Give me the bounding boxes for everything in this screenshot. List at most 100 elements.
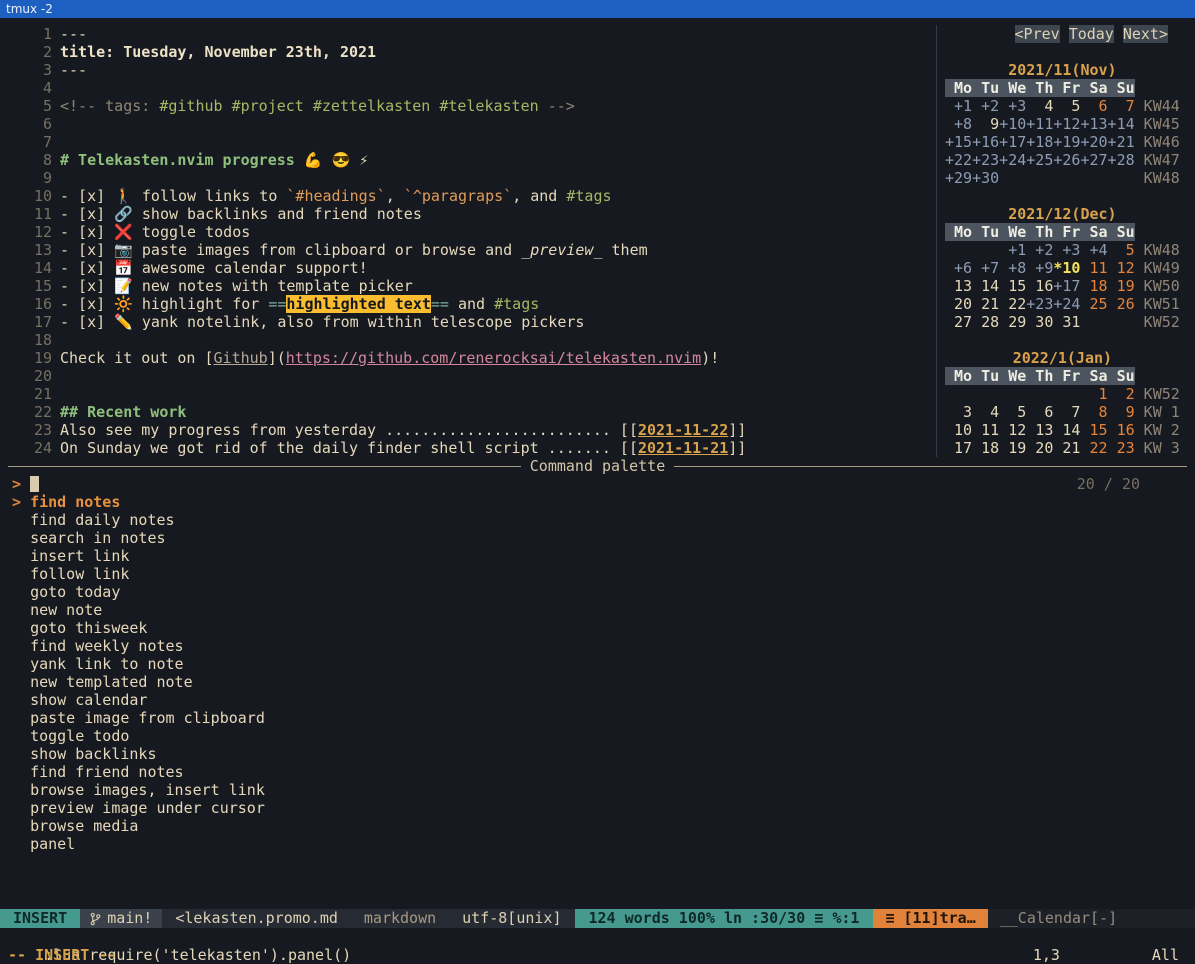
editor-line[interactable]: 4 [8, 79, 936, 97]
buffer-tabs[interactable]: ≡ [11]tra… [873, 909, 987, 928]
command-line[interactable]: :lua require('telekasten').panel() [0, 928, 1195, 946]
editor-line[interactable]: 6 [8, 115, 936, 133]
calendar-next-button[interactable]: Next> [1123, 25, 1168, 43]
palette-item[interactable]: find daily notes [0, 511, 1195, 529]
editor-line[interactable]: 20 [8, 367, 936, 385]
editor-line[interactable]: 18 [8, 331, 936, 349]
editor-line[interactable]: 8# Telekasten.nvim progress 💪 😎 ⚡ [8, 151, 936, 169]
editor-line[interactable]: 21 [8, 385, 936, 403]
calendar-day[interactable]: +10+11+12+13+14 [999, 115, 1134, 133]
editor-line[interactable]: 23Also see my progress from yesterday ..… [8, 421, 936, 439]
editor-line[interactable]: 19Check it out on [Github](https://githu… [8, 349, 936, 367]
calendar-week-row: 20 21 22+23+24 25 26 KW51 [945, 295, 1195, 313]
palette-item[interactable]: find friend notes [0, 763, 1195, 781]
palette-item[interactable]: follow link [0, 565, 1195, 583]
url-link[interactable]: https://github.com/renerocksai/telekaste… [286, 349, 701, 367]
calendar-day[interactable]: 25 26 [1080, 295, 1134, 313]
calendar-day[interactable]: +23+24 [1026, 295, 1080, 313]
calendar-day[interactable]: 10 11 12 13 14 [945, 421, 1080, 439]
palette-item[interactable]: new templated note [0, 673, 1195, 691]
calendar-prev-button[interactable]: <Prev [1015, 25, 1060, 43]
calendar-day[interactable]: 1 2 [1080, 385, 1134, 403]
palette-item[interactable]: yank link to note [0, 655, 1195, 673]
editor-line[interactable]: 13- [x] 📷 paste images from clipboard or… [8, 241, 936, 259]
calendar-day[interactable]: 27 28 29 30 31 [945, 313, 1135, 331]
week-number: KW47 [1135, 151, 1180, 169]
calendar-month-title: 2021/12(Dec) [945, 205, 1180, 223]
calendar-day[interactable]: 17 18 19 20 21 [945, 439, 1080, 457]
calendar-window[interactable]: <Prev Today Next> 2021/11(Nov) Mo Tu We … [936, 25, 1195, 457]
palette-item[interactable]: search in notes [0, 529, 1195, 547]
palette-item[interactable]: goto thisweek [0, 619, 1195, 637]
editor-line[interactable]: 10- [x] 🚶 follow links to `#headings`, `… [8, 187, 936, 205]
editor-line[interactable]: 17- [x] ✏️ yank notelink, also from with… [8, 313, 936, 331]
calendar-day[interactable]: +17 [1053, 277, 1080, 295]
palette-item[interactable]: show backlinks [0, 745, 1195, 763]
editor-line[interactable]: 24On Sunday we got rid of the daily find… [8, 439, 936, 457]
prompt-caret-icon: > [12, 475, 21, 493]
calendar-day[interactable]: 15 16 [1080, 421, 1134, 439]
palette-item[interactable]: find weekly notes [0, 637, 1195, 655]
palette-item[interactable]: paste image from clipboard [0, 709, 1195, 727]
palette-item[interactable]: new note [0, 601, 1195, 619]
palette-item[interactable]: goto today [0, 583, 1195, 601]
calendar-day[interactable]: 18 19 [1080, 277, 1134, 295]
editor-line[interactable]: 11- [x] 🔗 show backlinks and friend note… [8, 205, 936, 223]
palette-item[interactable]: > find notes [0, 493, 1195, 511]
calendar-day[interactable]: 4 5 [1026, 97, 1080, 115]
editor-line[interactable]: 3--- [8, 61, 936, 79]
link[interactable]: Github [214, 349, 268, 367]
palette-item[interactable]: toggle todo [0, 727, 1195, 745]
editor-line[interactable]: 7 [8, 133, 936, 151]
editor-line[interactable]: 16- [x] 🔆 highlight for ==highlighted te… [8, 295, 936, 313]
editor-line[interactable]: 9 [8, 169, 936, 187]
line-number: 15 [8, 277, 52, 295]
calendar-week-row: +8 9+10+11+12+13+14 KW45 [945, 115, 1195, 133]
editor-line[interactable]: 5<!-- tags: #github #project #zettelkast… [8, 97, 936, 115]
calendar-day[interactable]: +22+23+24+25+26+27+28 [945, 151, 1135, 169]
calendar-day[interactable]: 22 23 [1080, 439, 1134, 457]
editor-window[interactable]: 1---2title: Tuesday, November 23th, 2021… [0, 25, 936, 457]
calendar-day[interactable]: 13 14 15 16 [945, 277, 1053, 295]
calendar-day[interactable]: +29+30 [945, 169, 999, 187]
line-number: 17 [8, 313, 52, 331]
calendar-day[interactable] [945, 385, 1080, 403]
calendar-today-button[interactable]: Today [1069, 25, 1114, 43]
calendar-day[interactable]: +1 +2 +3 +4 [999, 241, 1107, 259]
editor-line[interactable]: 12- [x] ❌ toggle todos [8, 223, 936, 241]
calendar-day[interactable]: +1 +2 +3 [945, 97, 1026, 115]
wiki-link[interactable]: 2021-11-22 [638, 421, 728, 439]
tmux-title: tmux -2 [6, 2, 53, 16]
palette-item[interactable]: browse images, insert link [0, 781, 1195, 799]
calendar-day[interactable]: +8 [945, 115, 972, 133]
palette-item[interactable]: insert link [0, 547, 1195, 565]
calendar-day[interactable]: 3 4 5 6 7 [945, 403, 1080, 421]
palette-search-input[interactable]: > 20 / 20 [0, 475, 1195, 493]
palette-item[interactable]: show calendar [0, 691, 1195, 709]
palette-item[interactable]: browse media [0, 817, 1195, 835]
item-indent [12, 619, 30, 637]
editor-line[interactable]: 15- [x] 📝 new notes with template picker [8, 277, 936, 295]
calendar-day[interactable]: 20 21 22 [945, 295, 1026, 313]
palette-item[interactable]: panel [0, 835, 1195, 853]
calendar-day[interactable]: +15+16+17+18+19+20+21 [945, 133, 1135, 151]
editor-line-text: Check it out on [Github](https://github.… [60, 349, 719, 367]
calendar-day[interactable]: 5 [1108, 241, 1135, 259]
calendar-day[interactable] [999, 169, 1134, 187]
calendar-day[interactable]: +6 +7 +8 +9 [945, 259, 1053, 277]
calendar-day[interactable] [945, 241, 999, 259]
weekday-header: Mo Tu We Th Fr Sa Su [945, 367, 1135, 385]
calendar-day[interactable]: *10 [1053, 259, 1080, 277]
editor-line[interactable]: 1--- [8, 25, 936, 43]
palette-item[interactable]: preview image under cursor [0, 799, 1195, 817]
calendar-day[interactable]: 11 12 [1080, 259, 1134, 277]
line-number: 1 [8, 25, 52, 43]
calendar-day[interactable]: 6 7 [1080, 97, 1134, 115]
editor-line[interactable]: 2title: Tuesday, November 23th, 2021 [8, 43, 936, 61]
calendar-day[interactable]: 9 [972, 115, 999, 133]
calendar-day[interactable]: 8 9 [1080, 403, 1134, 421]
editor-line[interactable]: 14- [x] 📅 awesome calendar support! [8, 259, 936, 277]
wiki-link[interactable]: 2021-11-21 [638, 439, 728, 457]
line-number: 5 [8, 97, 52, 115]
editor-line[interactable]: 22## Recent work [8, 403, 936, 421]
